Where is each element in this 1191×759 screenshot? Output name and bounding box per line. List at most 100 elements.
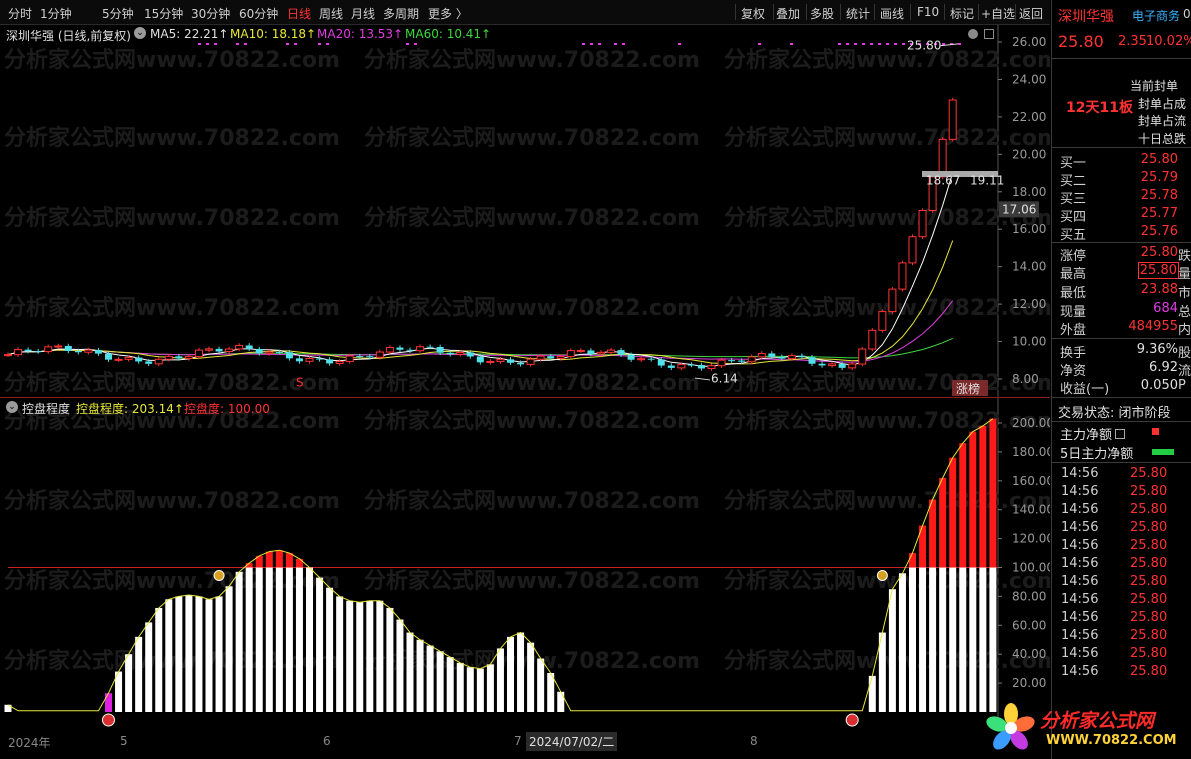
tick-price: 25.80 <box>1130 610 1168 625</box>
candle-body <box>738 360 746 362</box>
multi-stock-button[interactable]: 多股 <box>810 5 834 22</box>
tick-time: 14:56 <box>1061 592 1099 607</box>
buy-signal-icon <box>845 713 859 727</box>
indicator-name-label: 控盘程度 <box>22 402 71 416</box>
bid-row-4: 买四 25.77 <box>1060 206 1178 225</box>
tab-fenshi[interactable]: 分时 <box>8 5 32 22</box>
indicator-bar-over <box>275 550 283 568</box>
tab-multi-period[interactable]: 多周期 <box>383 5 419 22</box>
candle-body <box>225 348 234 352</box>
stat-turnover: 换手 9.36% 股 <box>1060 342 1191 361</box>
add-watchlist-button[interactable]: +自选 <box>981 5 1015 22</box>
main-net-5d-row[interactable]: 5日主力净额 <box>1060 443 1133 462</box>
candle-body <box>607 349 615 353</box>
watermark-text: 分析家公式网www.70822.com <box>4 47 340 73</box>
indicator-bar-over <box>295 558 303 568</box>
indicator-bar <box>919 567 927 712</box>
signal-dot <box>236 43 239 45</box>
signal-dot <box>244 43 247 45</box>
candle-body <box>396 347 404 350</box>
main-net-5d-swatch <box>1152 449 1174 455</box>
candle-body <box>517 362 525 365</box>
legend-toggle-icon[interactable]: ⌄ <box>134 27 146 39</box>
candle-body <box>335 360 344 364</box>
month-5-label: 5 <box>120 734 128 748</box>
tick-row: 14:56 25.80 <box>1052 663 1191 681</box>
signal-dot <box>614 43 617 45</box>
tab-15min[interactable]: 15分钟 <box>144 5 183 22</box>
table-icon[interactable] <box>1115 429 1126 439</box>
tab-more[interactable]: 更多 〉 <box>428 5 468 22</box>
price-tick-label: 14.00 <box>1012 260 1046 274</box>
indicator-chart[interactable]: 分析家公式网www.70822.com 分析家公式网www.70822.com 分析… <box>0 397 1060 732</box>
tab-weekly[interactable]: 周线 <box>319 5 343 22</box>
candle-body <box>114 358 123 361</box>
candle-body <box>456 351 465 355</box>
stat-low: 最低 23.88 市 <box>1060 282 1191 301</box>
candlestick-chart[interactable]: 分析家公式网www.70822.com 分析家公式网www.70822.com 分析… <box>0 25 1060 397</box>
window-toggle-icon[interactable] <box>984 29 994 39</box>
indicator-bar <box>346 600 354 712</box>
tick-row: 14:56 25.80 <box>1052 465 1191 483</box>
candle-body <box>356 356 364 358</box>
ma20-label: MA20: 13.53↑ <box>317 27 404 41</box>
tab-monthly[interactable]: 月线 <box>351 5 375 22</box>
tick-time: 14:56 <box>1061 538 1099 553</box>
signal-dot <box>838 43 841 45</box>
quote-panel: 深圳华强 电子商务 00( 25.80 2.35 10.02% 12天11板 当… <box>1051 0 1191 759</box>
settings-icon[interactable] <box>968 29 978 39</box>
candle-body <box>34 351 42 353</box>
signal-dot <box>326 43 329 45</box>
candle-body <box>265 351 274 354</box>
main-net-row[interactable]: 主力净额 <box>1060 424 1126 443</box>
back-button[interactable]: 返回 <box>1019 5 1043 22</box>
candle-body <box>446 352 454 355</box>
price-tick-label: 8.00 <box>1012 372 1039 386</box>
watermark-text: 分析家公式网www.70822.com <box>724 370 1050 396</box>
statistics-button[interactable]: 统计 <box>846 5 870 22</box>
candlestick-svg[interactable]: 分析家公式网www.70822.com 分析家公式网www.70822.com 分析… <box>0 25 1060 397</box>
gap-low-label: 18.67 <box>926 173 960 187</box>
category-label[interactable]: 电子商务 <box>1132 7 1180 24</box>
indicator-bar <box>366 600 374 712</box>
adjust-button[interactable]: 复权 <box>741 5 765 22</box>
indicator-bar <box>376 600 384 712</box>
indicator-bar <box>888 589 896 712</box>
watermark-text: 分析家公式网www.70822.com <box>4 488 340 514</box>
candle-body <box>235 344 244 350</box>
candle-body <box>747 356 756 363</box>
indicator-bar <box>456 662 464 712</box>
signal-dot <box>958 43 961 45</box>
tick-time: 14:56 <box>1061 502 1099 517</box>
draw-line-button[interactable]: 画线 <box>880 5 904 22</box>
logo-text: 分析家公式网 <box>1040 710 1155 732</box>
overlay-button[interactable]: 叠加 <box>776 5 800 22</box>
signal-dot <box>886 43 889 45</box>
indicator-tick-label: 80.00 <box>1012 589 1046 603</box>
indicator-bar <box>868 675 876 712</box>
candle-body <box>707 365 716 369</box>
candle-body <box>316 358 324 360</box>
candle-body <box>757 352 766 358</box>
signal-dot <box>846 43 849 45</box>
indicator-menu-icon[interactable]: ⌄ <box>6 401 18 413</box>
tab-60min[interactable]: 60分钟 <box>239 5 278 22</box>
indicator-svg[interactable]: 分析家公式网www.70822.com 分析家公式网www.70822.com 分析… <box>0 398 1060 732</box>
candle-body <box>14 349 23 356</box>
mark-button[interactable]: 标记 <box>950 5 974 22</box>
indicator-bar <box>245 567 253 712</box>
tab-5min[interactable]: 5分钟 <box>102 5 134 22</box>
candle-body <box>858 348 867 365</box>
tick-time: 14:56 <box>1061 664 1099 679</box>
tab-1min[interactable]: 1分钟 <box>40 5 72 22</box>
signal-dot <box>870 43 873 45</box>
indicator-bar-over <box>285 553 293 568</box>
gap-high-label: 19.11 <box>970 173 1004 187</box>
price-tick-label: 20.00 <box>1012 147 1046 161</box>
watermark-text: 分析家公式网www.70822.com <box>4 370 340 396</box>
tab-30min[interactable]: 30分钟 <box>191 5 230 22</box>
watermark-text: 分析家公式网www.70822.com <box>4 295 340 321</box>
f10-button[interactable]: F10 <box>917 5 939 19</box>
indicator-tick-label: 200.00 <box>1012 416 1050 430</box>
tab-daily[interactable]: 日线 <box>287 5 311 22</box>
